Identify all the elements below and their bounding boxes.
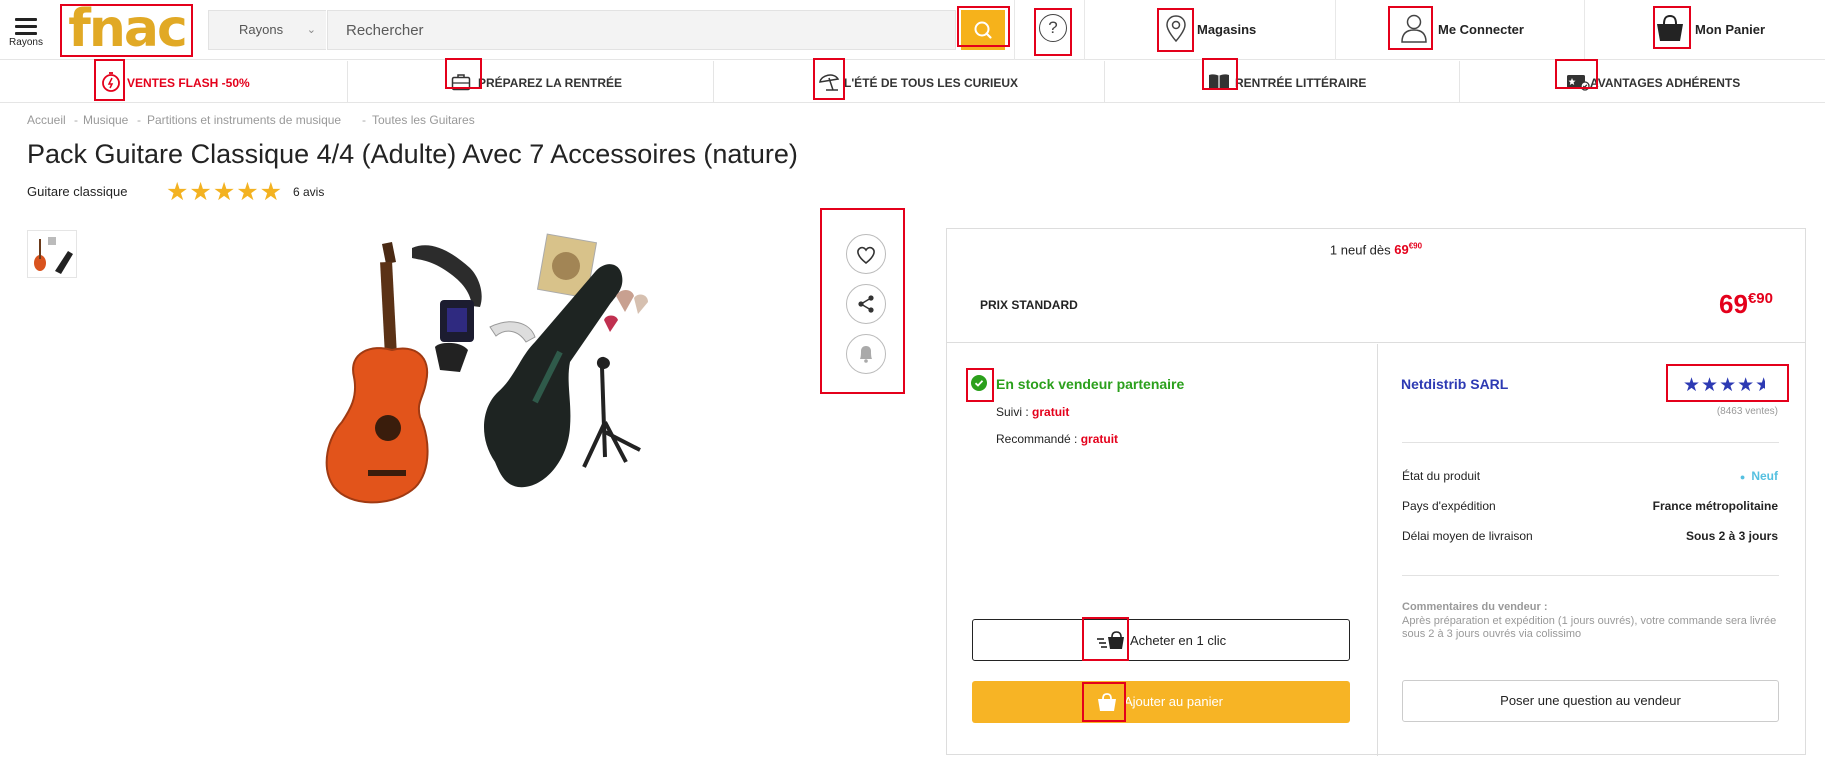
highlight-box [94,59,125,101]
seller-sales-count: (8463 ventes) [1716,406,1778,417]
add-to-cart-button[interactable]: Ajouter au panier [972,681,1350,723]
recommande-value: gratuit [1080,432,1119,446]
nav-item-ete[interactable]: L'ÉTÉ DE TOUS LES CURIEUX [714,61,1104,103]
new-from-line: 1 neuf dès 69€90 [947,242,1805,257]
category-nav: VENTES FLASH -50% PRÉPAREZ LA RENTRÉE L'… [0,58,1825,103]
guitar-thumbnail-icon [34,237,73,274]
detail-label-delay: Délai moyen de livraison [1402,529,1533,543]
breadcrumb-item[interactable]: Toutes les Guitares [372,113,475,127]
state-dot: ● [1739,472,1746,482]
highlight-box [1666,364,1789,402]
highlight-box [957,6,1010,47]
divider [1402,575,1779,576]
highlight-box [820,208,905,394]
detail-value-country: France métropolitaine [1652,499,1778,513]
state-value: Neuf [1751,469,1778,483]
reviews-count[interactable]: 6 avis [293,185,324,199]
detail-label-country: Pays d'expédition [1402,499,1496,513]
highlight-box [445,58,482,89]
offer-header: 1 neuf dès 69€90 PRIX STANDARD 69€90 [947,229,1805,343]
page-title: Pack Guitare Classique 4/4 (Adulte) Avec… [27,139,798,169]
highlight-box [1082,682,1126,722]
new-from-price-dec: €90 [1408,242,1423,251]
highlight-box [60,4,193,57]
chevron-down-icon: ⌄ [306,24,316,36]
new-from-price[interactable]: 69€90 [1394,242,1422,257]
menu-icon [15,18,37,35]
suivi-label: Suivi : [996,405,1029,419]
cart-link[interactable]: Mon Panier [1585,0,1825,60]
new-from-prefix: 1 neuf dès [1329,242,1391,258]
highlight-box [966,368,994,402]
seller-comments-text: Après préparation et expédition (1 jours… [1402,615,1777,640]
nav-item-rentree-litteraire[interactable]: RENTRÉE LITTÉRAIRE [1105,61,1459,103]
nav-item-label: PRÉPAREZ LA RENTRÉE [478,76,623,90]
highlight-box [1157,8,1194,52]
offer-panel: 1 neuf dès 69€90 PRIX STANDARD 69€90 [946,228,1806,756]
detail-label-state: État du produit [1402,469,1481,483]
breadcrumb-item[interactable]: Musique [83,113,128,127]
highlight-box [1653,6,1691,49]
detail-value-state: ● Neuf [1740,469,1778,483]
nav-item-label: VENTES FLASH -50% [127,76,250,90]
buy-one-click-label: Acheter en 1 clic [1130,633,1227,648]
recommande-label: Recommandé : [996,432,1078,446]
nav-item-label: L'ÉTÉ DE TOUS LES CURIEUX [844,76,1018,90]
add-to-cart-label: Ajouter au panier [1124,694,1224,709]
offer-divider [1377,344,1378,756]
menu-button[interactable]: Rayons [6,14,46,54]
shipping-recommande: Recommandé : gratuit [996,432,1118,446]
ask-seller-label: Poser une question au vendeur [1500,693,1681,708]
new-from-price-int: 69 [1394,242,1409,258]
subcategory-link[interactable]: Guitare classique [27,184,127,199]
price: 69€90 [1719,289,1773,320]
seller-comments-title: Commentaires du vendeur : [1402,601,1548,613]
nav-item-ventes-flash[interactable]: VENTES FLASH -50% [0,61,347,103]
rating-stars[interactable]: ★★★★★ [166,177,283,207]
breadcrumb-separator: - [137,113,141,127]
suivi-value: gratuit [1032,405,1070,419]
price-label: PRIX STANDARD [980,298,1078,312]
highlight-box [1034,8,1072,56]
price-dec: €90 [1747,290,1773,307]
highlight-box [813,58,845,100]
shipping-suivi: Suivi : gratuit [996,405,1069,419]
nav-item-rentree[interactable]: PRÉPAREZ LA RENTRÉE [348,61,713,103]
stores-link[interactable]: Magasins [1085,0,1335,60]
detail-value-delay: Sous 2 à 3 jours [1685,529,1778,543]
login-link[interactable]: Me Connecter [1336,0,1584,60]
nav-item-avantages[interactable]: AVANTAGES ADHÉRENTS [1460,61,1825,103]
search-input[interactable] [327,10,956,50]
nav-item-label: RENTRÉE LITTÉRAIRE [1235,76,1367,90]
nav-item-label: AVANTAGES ADHÉRENTS [1590,76,1741,90]
breadcrumb-separator: - [74,113,78,127]
site-header: Rayons fnac Rayons ⌄ ? Magasins Me Conne… [0,0,1825,60]
breadcrumb-item[interactable]: Accueil [27,113,66,127]
buy-one-click-button[interactable]: Acheter en 1 clic [972,619,1350,661]
menu-label: Rayons [9,37,43,48]
breadcrumb-separator: - [362,113,366,127]
breadcrumb-item[interactable]: Partitions et instruments de musique [147,113,341,127]
ask-seller-button[interactable]: Poser une question au vendeur [1402,680,1779,722]
divider [1014,0,1015,60]
highlight-box [1388,6,1433,50]
login-label: Me Connecter [1438,22,1524,37]
rayons-select-label: Rayons [239,22,284,37]
stock-status: En stock vendeur partenaire [996,376,1185,392]
price-int: 69 [1719,289,1748,319]
rayons-select[interactable]: Rayons ⌄ [208,10,326,50]
classical-guitar [325,242,429,504]
highlight-box [1082,617,1129,661]
divider [1402,442,1779,443]
highlight-box [1202,58,1238,90]
cart-label: Mon Panier [1695,22,1766,37]
highlight-box [1555,59,1598,89]
seller-name[interactable]: Netdistrib SARL [1401,376,1508,392]
product-thumbnail[interactable] [27,230,77,278]
product-image [325,233,648,504]
stores-label: Magasins [1197,22,1257,37]
